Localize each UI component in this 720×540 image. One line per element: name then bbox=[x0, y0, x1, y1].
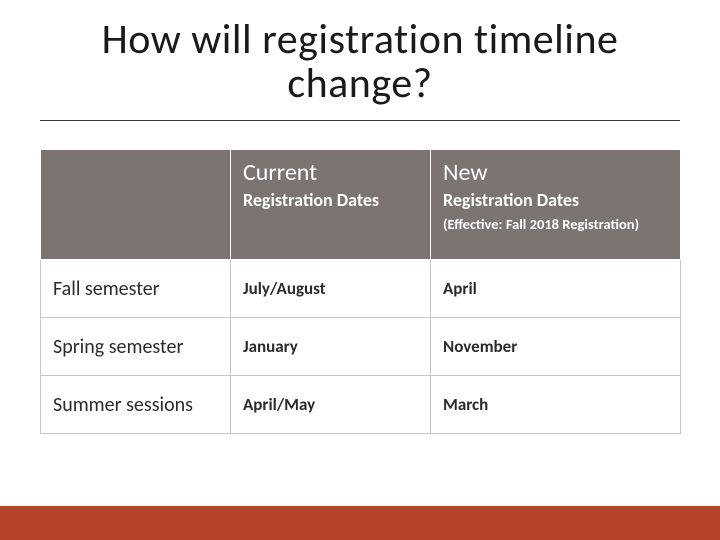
row-new: November bbox=[431, 318, 681, 376]
table-row: Fall semester July/August April bbox=[41, 260, 681, 318]
row-current: July/August bbox=[231, 260, 431, 318]
header-new-note: (Effective: Fall 2018 Registration) bbox=[443, 215, 668, 233]
row-current: January bbox=[231, 318, 431, 376]
header-new-sub: Registration Dates bbox=[443, 189, 668, 211]
header-blank-cell bbox=[41, 150, 231, 260]
slide: How will registration timeline change? C… bbox=[0, 0, 720, 540]
row-label: Fall semester bbox=[41, 260, 231, 318]
title-divider bbox=[40, 120, 680, 121]
table-row: Summer sessions April/May March bbox=[41, 376, 681, 434]
row-label: Summer sessions bbox=[41, 376, 231, 434]
footer-accent-bar bbox=[0, 506, 720, 540]
header-new-main: New bbox=[443, 160, 668, 186]
row-current: April/May bbox=[231, 376, 431, 434]
header-current-sub: Registration Dates bbox=[243, 189, 418, 211]
row-label: Spring semester bbox=[41, 318, 231, 376]
header-current-main: Current bbox=[243, 160, 418, 186]
registration-table: Current Registration Dates New Registrat… bbox=[40, 149, 681, 434]
header-new-cell: New Registration Dates (Effective: Fall … bbox=[431, 150, 681, 260]
table-header-row: Current Registration Dates New Registrat… bbox=[41, 150, 681, 260]
header-current-cell: Current Registration Dates bbox=[231, 150, 431, 260]
slide-title: How will registration timeline change? bbox=[40, 18, 680, 120]
table-row: Spring semester January November bbox=[41, 318, 681, 376]
row-new: March bbox=[431, 376, 681, 434]
row-new: April bbox=[431, 260, 681, 318]
